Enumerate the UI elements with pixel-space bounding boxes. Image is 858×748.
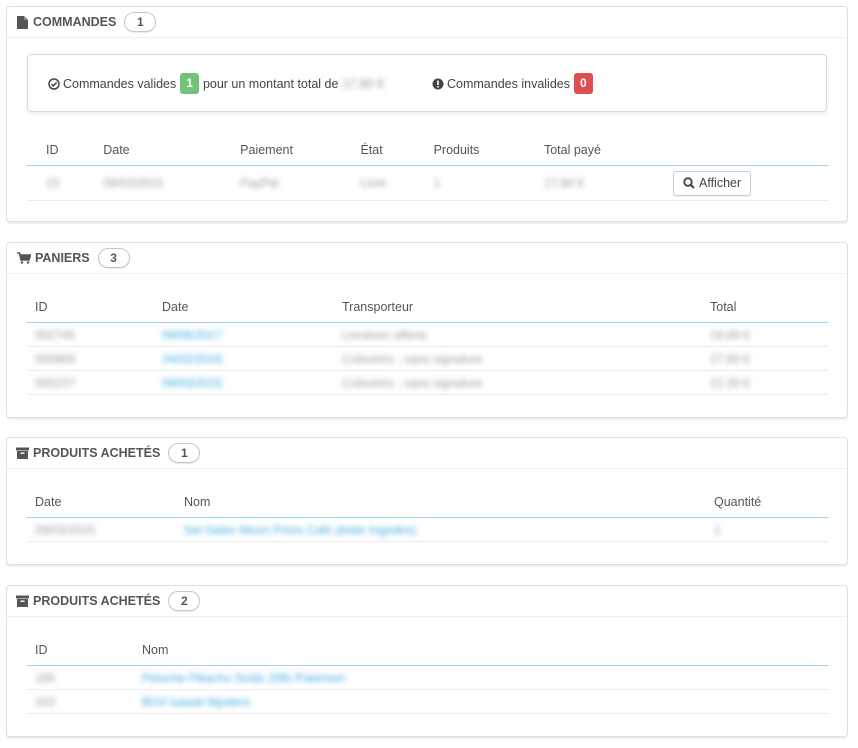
table-row[interactable]: 09/03/2015 Set Sailor Moon Prism Cafe (b… — [27, 517, 828, 542]
order-id: 23 — [46, 176, 60, 190]
exclamation-circle-icon — [432, 78, 444, 90]
cart-carrier: Colissimo - sans signature — [342, 351, 483, 366]
col-quantity: Quantité — [714, 486, 828, 518]
cart-date-link[interactable]: 09/03/2015 — [162, 376, 222, 390]
purchase-quantity: 1 — [714, 522, 721, 537]
product-name-link[interactable]: Set Sailor Moon Prism Cafe (boite Ingedi… — [184, 523, 416, 537]
amount-value: 17,80 € — [342, 76, 385, 91]
file-icon — [16, 15, 29, 29]
purchased-products-panel-2: PRODUITS ACHETÉS 2 ID Nom 185 Peluche Pi… — [6, 585, 848, 737]
orders-panel: COMMANDES 1 Commandes valides 1 pour un … — [6, 6, 848, 222]
check-circle-icon — [48, 77, 60, 90]
col-date: Date — [103, 134, 241, 166]
purchased2-table: ID Nom 185 Peluche Pikachu Smile 20th Po… — [27, 634, 828, 714]
table-row[interactable]: 000869 24/02/2016 Colissimo - sans signa… — [27, 346, 828, 371]
archive-box-icon — [16, 447, 29, 460]
table-row[interactable]: 185 Peluche Pikachu Smile 20th Pokémon — [27, 665, 828, 690]
purchased-title: PRODUITS ACHETÉS — [33, 446, 161, 460]
cart-total: 12,30 € — [710, 375, 751, 390]
col-products: Produits — [433, 134, 544, 166]
valid-orders-summary: Commandes valides 1 pour un montant tota… — [48, 73, 384, 94]
carts-panel: PANIERS 3 ID Date Transporteur Total 002… — [6, 242, 848, 418]
view-order-label: Afficher — [699, 176, 742, 190]
orders-heading: COMMANDES 1 — [7, 7, 847, 38]
orders-count-badge: 1 — [124, 12, 157, 32]
valid-orders-count: 1 — [180, 73, 199, 94]
col-id: ID — [27, 634, 142, 666]
product-name-link[interactable]: BOX kawaii Mystère — [142, 695, 250, 709]
cart-carrier: Colissimo - sans signature — [342, 375, 483, 390]
order-state: Livré — [360, 176, 387, 190]
invalid-orders-count: 0 — [573, 73, 593, 94]
carts-count-badge: 3 — [97, 248, 130, 268]
carts-heading: PANIERS 3 — [7, 243, 847, 274]
col-name: Nom — [184, 486, 714, 518]
col-id: ID — [27, 291, 162, 323]
purchased2-heading: PRODUITS ACHETÉS 2 — [7, 586, 847, 617]
col-date: Date — [27, 486, 184, 518]
cart-total: 27,90 € — [710, 351, 751, 366]
search-icon — [683, 177, 695, 189]
cart-date-link[interactable]: 09/06/2017 — [162, 328, 222, 342]
cart-id: 000869 — [35, 351, 76, 366]
purchased2-count-badge: 2 — [168, 591, 201, 611]
purchased-count-badge: 1 — [168, 443, 201, 463]
orders-title: COMMANDES — [33, 15, 117, 29]
orders-summary: Commandes valides 1 pour un montant tota… — [27, 54, 827, 112]
order-date: 09/03/2015 — [103, 176, 164, 190]
product-id: 185 — [35, 670, 56, 685]
col-carrier: Transporteur — [342, 291, 710, 323]
cart-carrier: Livraison offerte — [342, 327, 428, 342]
purchased-products-panel: PRODUITS ACHETÉS 1 Date Nom Quantité 09/… — [6, 437, 848, 565]
orders-table: ID Date Paiement État Produits Total pay… — [27, 134, 828, 201]
purchased2-title: PRODUITS ACHETÉS — [33, 594, 161, 608]
col-total-paid: Total payé — [543, 134, 673, 166]
table-row[interactable]: 000237 09/03/2015 Colissimo - sans signa… — [27, 370, 828, 395]
archive-box-icon — [16, 595, 29, 608]
carts-title: PANIERS — [35, 251, 90, 265]
col-state: État — [360, 134, 434, 166]
col-total: Total — [710, 291, 828, 323]
col-name: Nom — [142, 634, 828, 666]
invalid-orders-summary: Commandes invalides 0 — [432, 73, 597, 94]
view-order-button[interactable]: Afficher — [673, 170, 752, 196]
cart-id: 002745 — [35, 327, 76, 342]
table-row[interactable]: 23 09/03/2015 PayPal Livré 1 17,80 € Aff… — [27, 165, 828, 201]
col-payment: Paiement — [240, 134, 361, 166]
col-date: Date — [162, 291, 342, 323]
order-products: 1 — [433, 176, 441, 190]
order-payment: PayPal — [240, 176, 279, 190]
table-row[interactable]: 002745 09/06/2017 Livraison offerte 19,9… — [27, 322, 828, 347]
cart-date-link[interactable]: 24/02/2016 — [162, 352, 222, 366]
shopping-cart-icon — [16, 252, 31, 265]
order-total: 17,80 € — [543, 176, 585, 190]
col-id: ID — [27, 134, 104, 166]
purchased-table: Date Nom Quantité 09/03/2015 Set Sailor … — [27, 486, 828, 542]
amount-label: pour un montant total de — [202, 76, 339, 91]
invalid-orders-label: Commandes invalides — [447, 76, 570, 91]
purchase-date: 09/03/2015 — [35, 522, 96, 537]
valid-orders-label: Commandes valides — [63, 76, 177, 91]
carts-table: ID Date Transporteur Total 002745 09/06/… — [27, 291, 828, 395]
purchased-heading: PRODUITS ACHETÉS 1 — [7, 438, 847, 469]
product-name-link[interactable]: Peluche Pikachu Smile 20th Pokémon — [142, 671, 345, 685]
table-row[interactable]: 203 BOX kawaii Mystère — [27, 689, 828, 714]
col-actions — [673, 134, 828, 166]
cart-total: 19,99 € — [710, 327, 751, 342]
cart-id: 000237 — [35, 375, 76, 390]
product-id: 203 — [35, 694, 56, 709]
